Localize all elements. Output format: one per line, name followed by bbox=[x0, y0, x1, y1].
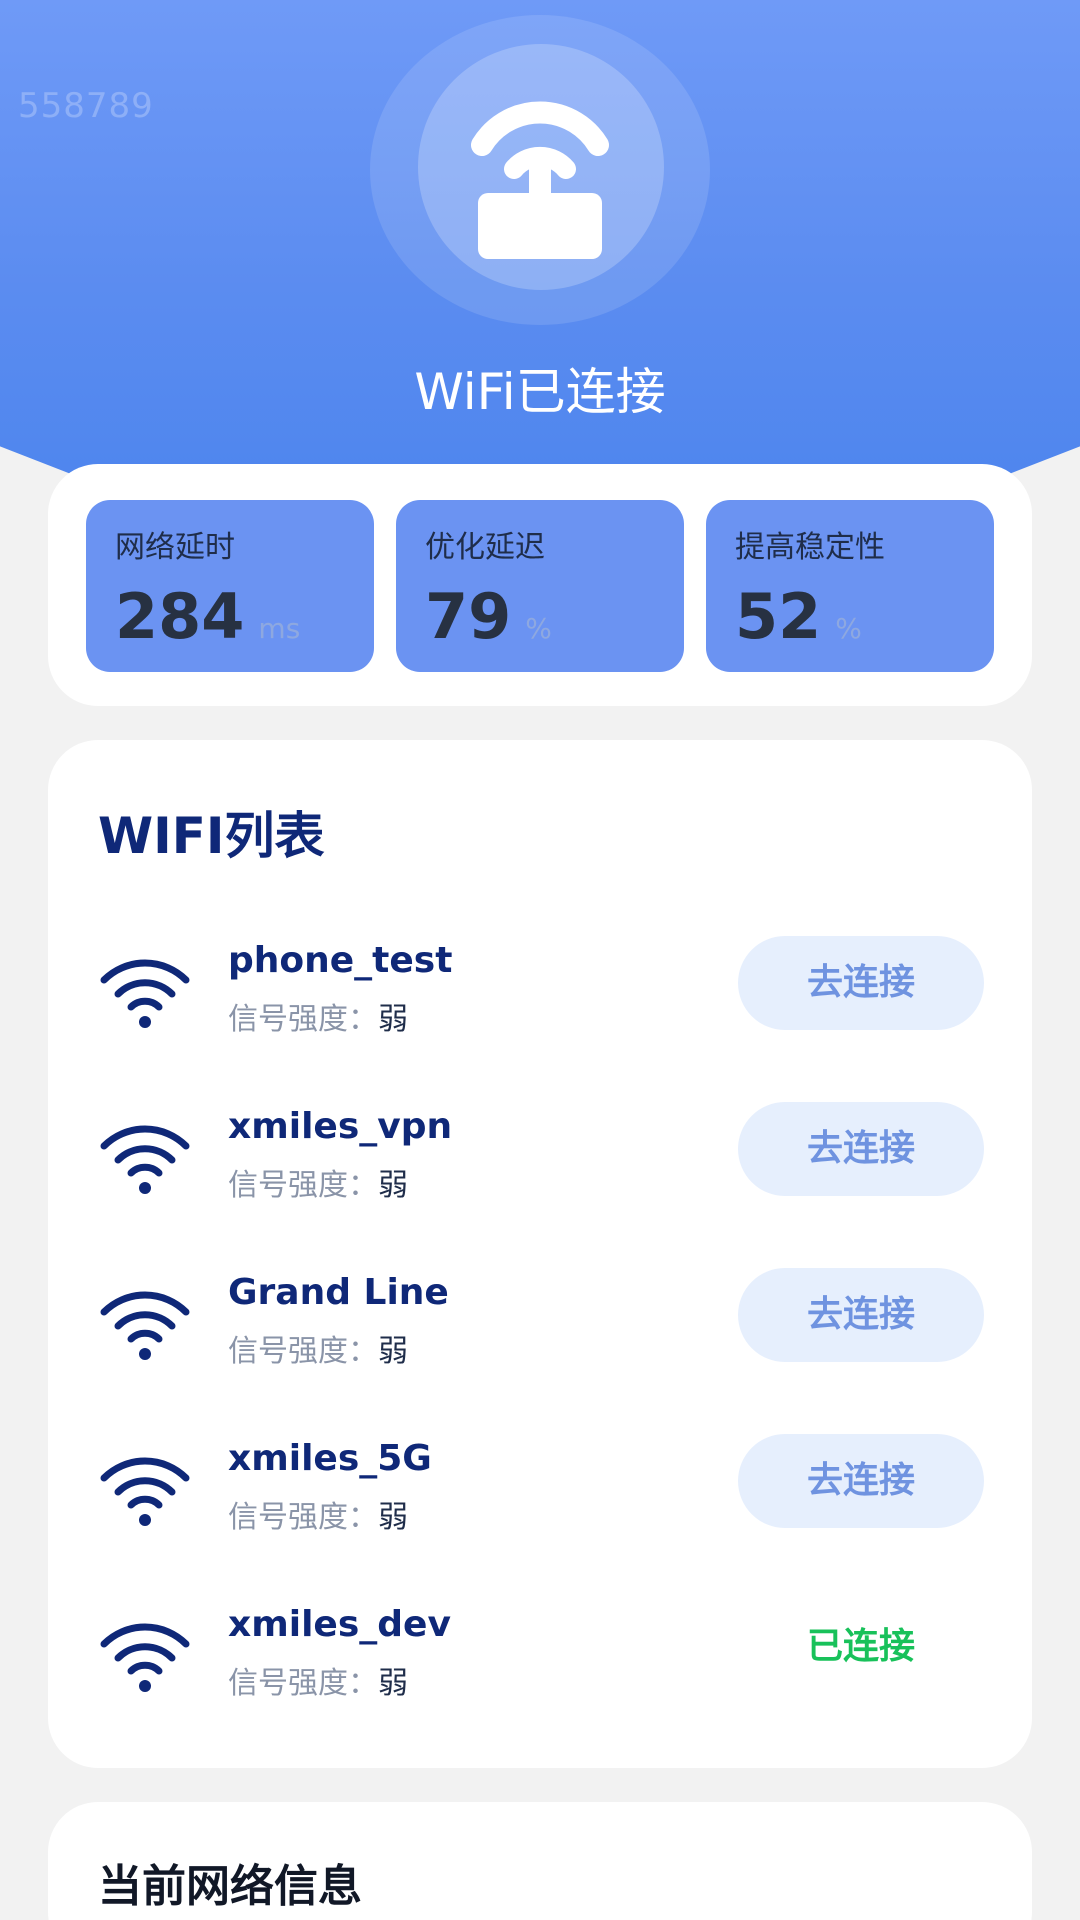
header-banner: 558789 WiFi已连接 bbox=[0, 0, 1080, 480]
signal-value: 弱 bbox=[378, 1334, 408, 1369]
wifi-signal-text: 信号强度：弱 bbox=[228, 1658, 408, 1702]
wifi-name: xmiles_5G bbox=[228, 1438, 432, 1479]
stat-value: 52 bbox=[735, 580, 822, 653]
wifi-signal-icon bbox=[100, 1623, 190, 1692]
wifi-signal-text: 信号强度：弱 bbox=[228, 994, 408, 1038]
wifi-name: xmiles_dev bbox=[228, 1604, 451, 1645]
signal-label: 信号强度： bbox=[228, 1168, 378, 1203]
wifi-list-item: xmiles_vpn 信号强度：弱 去连接 bbox=[48, 1102, 1032, 1222]
connection-status-title: WiFi已连接 bbox=[414, 363, 666, 421]
connected-status: 已连接 bbox=[806, 1626, 915, 1667]
stat-unit: % bbox=[525, 612, 552, 645]
connect-button[interactable]: 去连接 bbox=[738, 1434, 984, 1528]
wifi-list-item: xmiles_5G 信号强度：弱 去连接 bbox=[48, 1434, 1032, 1554]
connect-button[interactable]: 去连接 bbox=[738, 936, 984, 1030]
current-network-title: 当前网络信息 bbox=[98, 1861, 362, 1912]
stat-label: 提高稳定性 bbox=[735, 530, 885, 565]
signal-value: 弱 bbox=[378, 1002, 408, 1037]
wifi-name: phone_test bbox=[228, 940, 453, 981]
wifi-list-item: Grand Line 信号强度：弱 去连接 bbox=[48, 1268, 1032, 1388]
stat-optimize-delay: 优化延迟 79 % bbox=[396, 500, 684, 672]
signal-label: 信号强度： bbox=[228, 1666, 378, 1701]
wifi-signal-icon bbox=[100, 1291, 190, 1360]
stat-label: 优化延迟 bbox=[425, 530, 545, 565]
signal-label: 信号强度： bbox=[228, 1334, 378, 1369]
wifi-list-item: phone_test 信号强度：弱 去连接 bbox=[48, 936, 1032, 1056]
signal-label: 信号强度： bbox=[228, 1002, 378, 1037]
signal-value: 弱 bbox=[378, 1168, 408, 1203]
signal-label: 信号强度： bbox=[228, 1500, 378, 1535]
stat-value: 79 bbox=[425, 580, 512, 653]
wifi-list-card: WIFI列表 phone_test 信号强度：弱 去连接 xmiles_vpn … bbox=[48, 740, 1032, 1768]
watermark-text: 558789 bbox=[18, 86, 154, 126]
connect-button[interactable]: 去连接 bbox=[738, 1102, 984, 1196]
stat-latency: 网络延时 284 ms bbox=[86, 500, 374, 672]
stat-unit: ms bbox=[258, 612, 301, 645]
wifi-signal-text: 信号强度：弱 bbox=[228, 1160, 408, 1204]
wifi-list-item: xmiles_dev 信号强度：弱 已连接 bbox=[48, 1600, 1032, 1720]
wifi-signal-icon bbox=[100, 1457, 190, 1526]
stat-stability: 提高稳定性 52 % bbox=[706, 500, 994, 672]
router-icon bbox=[471, 101, 609, 259]
wifi-signal-icon bbox=[100, 1125, 190, 1194]
current-network-card: 当前网络信息 bbox=[48, 1802, 1032, 1920]
stat-unit: % bbox=[835, 612, 862, 645]
signal-value: 弱 bbox=[378, 1500, 408, 1535]
wifi-signal-icon bbox=[100, 959, 190, 1028]
stat-value: 284 bbox=[115, 580, 245, 653]
signal-value: 弱 bbox=[378, 1666, 408, 1701]
stats-card: 网络延时 284 ms 优化延迟 79 % 提高稳定性 52 % bbox=[48, 464, 1032, 706]
app-screen: 558789 WiFi已连接 网络延时 284 ms 优化延迟 79 % 提高稳… bbox=[0, 0, 1080, 1920]
stat-label: 网络延时 bbox=[115, 530, 235, 565]
wifi-signal-text: 信号强度：弱 bbox=[228, 1492, 408, 1536]
connect-button[interactable]: 去连接 bbox=[738, 1268, 984, 1362]
wifi-name: Grand Line bbox=[228, 1272, 449, 1313]
wifi-signal-text: 信号强度：弱 bbox=[228, 1326, 408, 1370]
wifi-name: xmiles_vpn bbox=[228, 1106, 453, 1147]
wifi-list-title: WIFI列表 bbox=[98, 807, 325, 865]
